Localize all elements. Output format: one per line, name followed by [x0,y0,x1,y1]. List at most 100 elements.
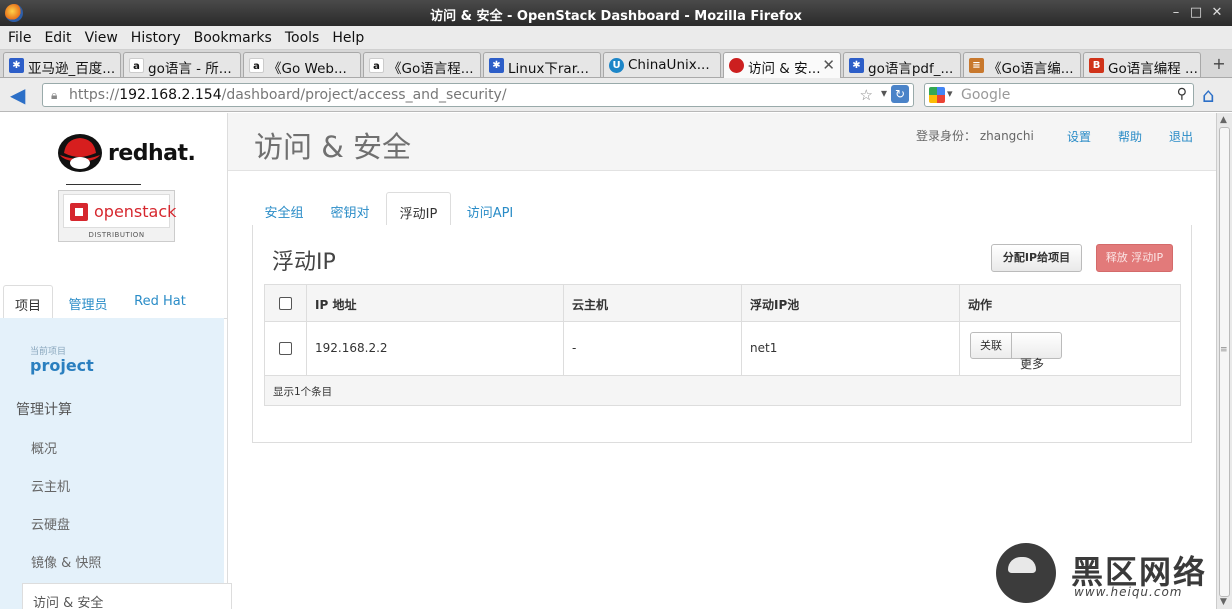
browser-tab[interactable]: a go语言 - 所... [123,52,241,77]
menu-file[interactable]: File [0,26,36,46]
url-bar[interactable]: 🔒︎ https://192.168.2.154/dashboard/proje… [42,83,914,107]
binoculars-icon[interactable]: ⚲ [1177,86,1187,102]
menu-edit[interactable]: Edit [36,26,76,46]
column-pool-label: 浮动IP池 [750,298,800,312]
browser-tab[interactable]: ✱ 亚马逊_百度... [3,52,121,77]
cell-ip: 192.168.2.2 [307,322,564,375]
scroll-up-icon[interactable]: ▲ [1220,115,1227,125]
pool-name: net1 [750,341,778,355]
tab-strip: ✱ 亚马逊_百度... a go语言 - 所... a 《Go Web... a 《Go… [0,50,1232,78]
browser-tab[interactable]: a 《Go Web... [243,52,361,77]
search-bar[interactable]: ▾ Google ⚲ [924,83,1194,107]
settings-link[interactable]: 设置 [1067,128,1091,145]
redhat-icon [729,58,744,73]
allocate-ip-button[interactable]: 分配IP给项目 [991,244,1082,272]
b-logo-icon: B [1089,58,1104,73]
logout-link[interactable]: 退出 [1169,128,1193,145]
ip-address: 192.168.2.2 [315,341,388,355]
column-ip-label: IP 地址 [315,298,357,312]
browser-tab[interactable]: B Go语言编程 ... [1083,52,1201,77]
sidebar-item-access-security[interactable]: 访问 & 安全 [22,583,232,609]
cell-pool: net1 [742,322,960,375]
scroll-down-icon[interactable]: ▼ [1220,597,1227,607]
tab-label: Go语言编程 ... [1108,61,1198,77]
menu-view[interactable]: View [77,26,123,46]
tab-label: 亚马逊_百度... [28,61,116,77]
watermark-url: www.heiqu.com [1074,585,1183,599]
sidebar-item-overview[interactable]: 概况 [31,438,57,457]
browser-tab[interactable]: a 《Go语言程... [363,52,481,77]
chevron-down-icon: ▼ [1023,360,1030,369]
column-header[interactable]: 云主机 [564,285,742,321]
search-engine-dropdown-icon[interactable]: ▾ [947,87,953,100]
select-all-checkbox[interactable] [279,297,292,310]
menu-bar: File Edit View History Bookmarks Tools Help [0,26,1232,50]
release-ip-button[interactable]: 释放 浮动IP [1096,244,1173,272]
logged-in-user: 登录身份： zhangchi [916,129,1034,143]
menu-bookmarks[interactable]: Bookmarks [186,26,277,46]
paw-icon: ✱ [489,58,504,73]
browser-tab[interactable]: ≡ 《Go语言编... [963,52,1081,77]
browser-tab[interactable]: U ChinaUnix... [603,52,721,77]
watermark-logo-icon [996,543,1056,603]
menu-tools[interactable]: Tools [277,26,325,46]
scrollbar-thumb[interactable] [1219,127,1230,597]
sidebar-tab-project[interactable]: 项目 [3,285,53,319]
sidebar-body: 当前项目 project 管理计算 概况 云主机 云硬盘 镜像 & 快照 访问 … [0,318,232,609]
more-actions-button[interactable]: 更多 ▼ [1011,332,1062,371]
amazon-icon: a [369,58,384,73]
browser-tab[interactable]: ✱ Linux下rar... [483,52,601,77]
amazon-icon: a [249,58,264,73]
column-header[interactable]: 浮动IP池 [742,285,960,321]
new-tab-icon[interactable]: + [1206,52,1232,77]
url-prefix: https:// [69,87,120,103]
reload-icon[interactable]: ↻ [891,85,909,103]
tab-api-access[interactable]: 访问API [457,192,523,226]
sidebar-tab-redhat[interactable]: Red Hat [128,285,192,319]
help-link[interactable]: 帮助 [1118,128,1142,145]
tab-security-groups[interactable]: 安全组 [252,192,316,226]
sidebar-item-volumes[interactable]: 云硬盘 [31,514,70,533]
chevron-down-icon[interactable]: ▾ [881,86,887,100]
cell-instance: - [564,322,742,375]
browser-tab[interactable]: ✱ go语言pdf_... [843,52,961,77]
openstack-logo-inner: openstack [63,194,176,228]
associate-button[interactable]: 关联 [970,332,1012,359]
sidebar-item-images[interactable]: 镜像 & 快照 [31,552,101,571]
sidebar-tab-admin[interactable]: 管理员 [60,285,116,319]
item-count: 显示1个条目 [273,386,333,398]
minimize-button[interactable]: – [1167,4,1185,22]
maximize-button[interactable]: □ [1187,4,1205,22]
row-checkbox[interactable] [279,342,292,355]
tab-label: 《Go语言程... [388,61,474,77]
table-header: IP 地址 云主机 浮动IP池 动作 [265,285,1180,322]
column-header: 动作 [960,285,1180,321]
book-icon: ≡ [969,58,984,73]
browser-tab-active[interactable]: 访问 & 安... ✕ [723,52,841,78]
bookmark-star-icon[interactable]: ☆ [860,86,873,104]
close-window-button[interactable]: ✕ [1208,4,1226,22]
sidebar-item-instances[interactable]: 云主机 [31,476,70,495]
back-arrow-icon[interactable]: ◀ [10,85,32,105]
page-title: 访问 & 安全 [254,130,412,164]
page-scrollbar[interactable]: ▲ ≡ ▼ [1216,113,1232,609]
tab-keypairs[interactable]: 密钥对 [318,192,382,226]
window-title: 访问 & 安全 - OpenStack Dashboard - Mozilla … [430,9,802,24]
column-actions-label: 动作 [968,298,993,312]
close-tab-icon[interactable]: ✕ [822,56,835,74]
table-title: 浮动IP [272,250,336,275]
main-content: 访问 & 安全 登录身份： zhangchi 设置 帮助 退出 安全组 密钥对 … [228,113,1216,609]
watermark: 黑区网络 www.heiqu.com [996,543,1216,609]
current-project-name[interactable]: project [30,356,94,375]
menu-help[interactable]: Help [324,26,369,46]
url-path: /dashboard/project/access_and_security/ [221,87,507,103]
home-icon[interactable]: ⌂ [1202,84,1224,106]
tab-label: 《Go语言编... [988,61,1074,77]
search-placeholder: Google [961,87,1011,103]
menu-history[interactable]: History [123,26,186,46]
chinaunix-icon: U [609,58,624,73]
column-header[interactable]: IP 地址 [307,285,564,321]
cell-actions: 关联 更多 ▼ [960,322,1180,375]
floating-ip-panel: 浮动IP 分配IP给项目 释放 浮动IP IP 地址 云主机 浮动IP池 动作 [252,225,1192,443]
tab-floating-ips[interactable]: 浮动IP [386,192,451,226]
